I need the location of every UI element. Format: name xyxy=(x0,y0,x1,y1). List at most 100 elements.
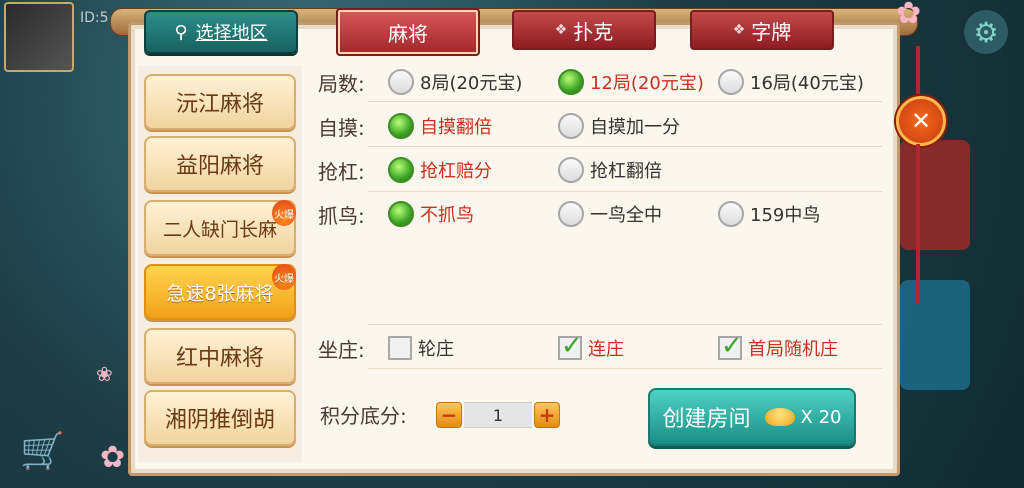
tab-mahjong[interactable]: 麻将 xyxy=(336,8,480,56)
radio-icon xyxy=(558,113,584,139)
game-type-sidebar[interactable]: 沅江麻将 益阳麻将 二人缺门长麻 火爆 急速8张麻将 火爆 红中麻将 湘阴推倒胡 xyxy=(138,66,302,462)
option-label: 连庄 xyxy=(588,339,624,360)
sidebar-item-yuanjiang[interactable]: 沅江麻将 xyxy=(144,74,296,130)
tassel-decoration xyxy=(916,144,920,304)
self-draw-row: 自摸: 自摸翻倍 自摸加一分 xyxy=(312,104,888,148)
bird-label: 抓鸟: xyxy=(318,203,365,228)
option-label: 抢杠翻倍 xyxy=(590,161,662,182)
base-score-stepper: − 1 + xyxy=(436,402,560,428)
sidebar-item-hongzhong[interactable]: 红中麻将 xyxy=(144,328,296,384)
sidebar-item-xiangyin[interactable]: 湘阴推倒胡 xyxy=(144,390,296,446)
sidebar-item-label: 二人缺门长麻 xyxy=(162,218,277,241)
sidebar-item-label: 急速8张麻将 xyxy=(166,282,274,305)
dealer-option-continue[interactable]: 连庄 xyxy=(558,331,624,361)
checkbox-checked-icon xyxy=(718,331,743,361)
flower-icon: ✿ xyxy=(100,440,126,475)
divider xyxy=(368,146,882,147)
hot-badge: 火爆 xyxy=(272,200,296,226)
sidebar-item-quick-8[interactable]: 急速8张麻将 火爆 xyxy=(144,264,296,320)
bird-option-one-all[interactable]: 一鸟全中 xyxy=(558,201,662,227)
bird-option-159[interactable]: 159中鸟 xyxy=(718,201,820,227)
sidebar-item-two-player[interactable]: 二人缺门长麻 火爆 xyxy=(144,200,296,256)
sidebar-item-label: 湘阴推倒胡 xyxy=(164,408,275,433)
divider xyxy=(368,368,882,369)
tab-zipai[interactable]: ❖ 字牌 xyxy=(690,10,834,50)
radio-checked-icon xyxy=(388,113,414,139)
radio-icon xyxy=(558,201,584,227)
radio-checked-icon xyxy=(558,69,584,95)
self-draw-option-double[interactable]: 自摸翻倍 xyxy=(388,113,492,139)
rounds-option-16[interactable]: 16局(40元宝) xyxy=(718,69,864,95)
tab-poker[interactable]: ❖ 扑克 xyxy=(512,10,656,50)
tab-mahjong-label: 麻将 xyxy=(388,21,428,46)
base-score-label: 积分底分: xyxy=(320,404,407,428)
option-label: 自摸翻倍 xyxy=(420,117,492,138)
decrement-button[interactable]: − xyxy=(436,402,462,428)
kong-label: 抢杠: xyxy=(318,159,365,184)
background-panel-red xyxy=(900,140,970,250)
radio-checked-icon xyxy=(388,201,414,227)
create-room-button[interactable]: 创建房间 X 20 xyxy=(648,388,856,446)
option-label: 一鸟全中 xyxy=(590,205,662,226)
radio-icon xyxy=(718,69,744,95)
bird-row: 抓鸟: 不抓鸟 一鸟全中 159中鸟 xyxy=(312,192,888,236)
background-panel-blue xyxy=(900,280,970,390)
radio-icon xyxy=(388,69,414,95)
kong-option-double[interactable]: 抢杠翻倍 xyxy=(558,157,662,183)
option-label: 8局(20元宝) xyxy=(420,73,523,94)
select-region-tab[interactable]: ⚲ 选择地区 xyxy=(144,10,298,54)
petal-icon: ❀ xyxy=(96,362,113,386)
create-room-cost: X 20 xyxy=(800,406,842,428)
option-label: 抢杠赔分 xyxy=(420,161,492,182)
kong-option-pay[interactable]: 抢杠赔分 xyxy=(388,157,492,183)
tab-poker-label: 扑克 xyxy=(573,19,614,44)
radio-icon xyxy=(718,201,744,227)
option-label: 自摸加一分 xyxy=(590,117,680,138)
tab-zipai-label: 字牌 xyxy=(751,19,792,44)
dealer-option-rotate[interactable]: 轮庄 xyxy=(388,335,454,361)
dealer-row: 坐庄: 轮庄 连庄 首局随机庄 xyxy=(312,326,888,370)
radio-icon xyxy=(558,157,584,183)
option-label: 不抓鸟 xyxy=(420,205,474,226)
self-draw-label: 自摸: xyxy=(318,115,365,140)
close-button[interactable]: ✕ xyxy=(896,96,946,146)
sidebar-item-label: 益阳麻将 xyxy=(175,154,264,179)
checkbox-checked-icon xyxy=(558,331,583,361)
rounds-row: 局数: 8局(20元宝) 12局(20元宝) 16局(40元宝) xyxy=(312,60,888,104)
option-label: 159中鸟 xyxy=(750,205,821,226)
divider xyxy=(368,101,882,102)
option-label: 16局(40元宝) xyxy=(750,73,864,94)
flower-icon: ✿ xyxy=(896,0,922,31)
gold-ingot-icon xyxy=(764,408,795,426)
base-score-value: 1 xyxy=(464,402,532,428)
player-avatar[interactable] xyxy=(4,2,74,72)
rounds-label: 局数: xyxy=(318,71,365,96)
sidebar-item-label: 红中麻将 xyxy=(175,346,264,371)
dealer-label: 坐庄: xyxy=(318,337,365,362)
sidebar-item-yiyang[interactable]: 益阳麻将 xyxy=(144,136,296,192)
option-label: 轮庄 xyxy=(418,339,454,360)
rounds-option-8[interactable]: 8局(20元宝) xyxy=(388,69,522,95)
shop-cart-icon[interactable]: 🛒 xyxy=(20,430,65,472)
create-room-label: 创建房间 xyxy=(662,407,751,432)
location-pin-icon: ⚲ xyxy=(174,21,188,43)
settings-panel: 局数: 8局(20元宝) 12局(20元宝) 16局(40元宝) 自摸: 自摸翻… xyxy=(312,58,888,462)
tassel-decoration xyxy=(916,46,920,94)
gear-icon[interactable]: ⚙ xyxy=(964,10,1008,54)
option-label: 12局(20元宝) xyxy=(590,73,704,94)
radio-checked-icon xyxy=(388,157,414,183)
bird-option-none[interactable]: 不抓鸟 xyxy=(388,201,474,227)
kong-row: 抢杠: 抢杠赔分 抢杠翻倍 xyxy=(312,148,888,192)
hot-badge: 火爆 xyxy=(272,264,296,290)
increment-button[interactable]: + xyxy=(534,402,560,428)
tab-ornament-icon: ❖ xyxy=(554,22,568,38)
tab-ornament-icon: ❖ xyxy=(732,22,746,38)
dealer-option-random-first[interactable]: 首局随机庄 xyxy=(718,331,838,361)
self-draw-option-plus-one[interactable]: 自摸加一分 xyxy=(558,113,680,139)
option-label: 首局随机庄 xyxy=(748,339,838,360)
player-id: ID:5 xyxy=(80,10,109,26)
checkbox-icon xyxy=(388,336,412,360)
sidebar-item-label: 沅江麻将 xyxy=(175,92,264,117)
rounds-option-12[interactable]: 12局(20元宝) xyxy=(558,69,704,95)
divider xyxy=(368,324,882,325)
